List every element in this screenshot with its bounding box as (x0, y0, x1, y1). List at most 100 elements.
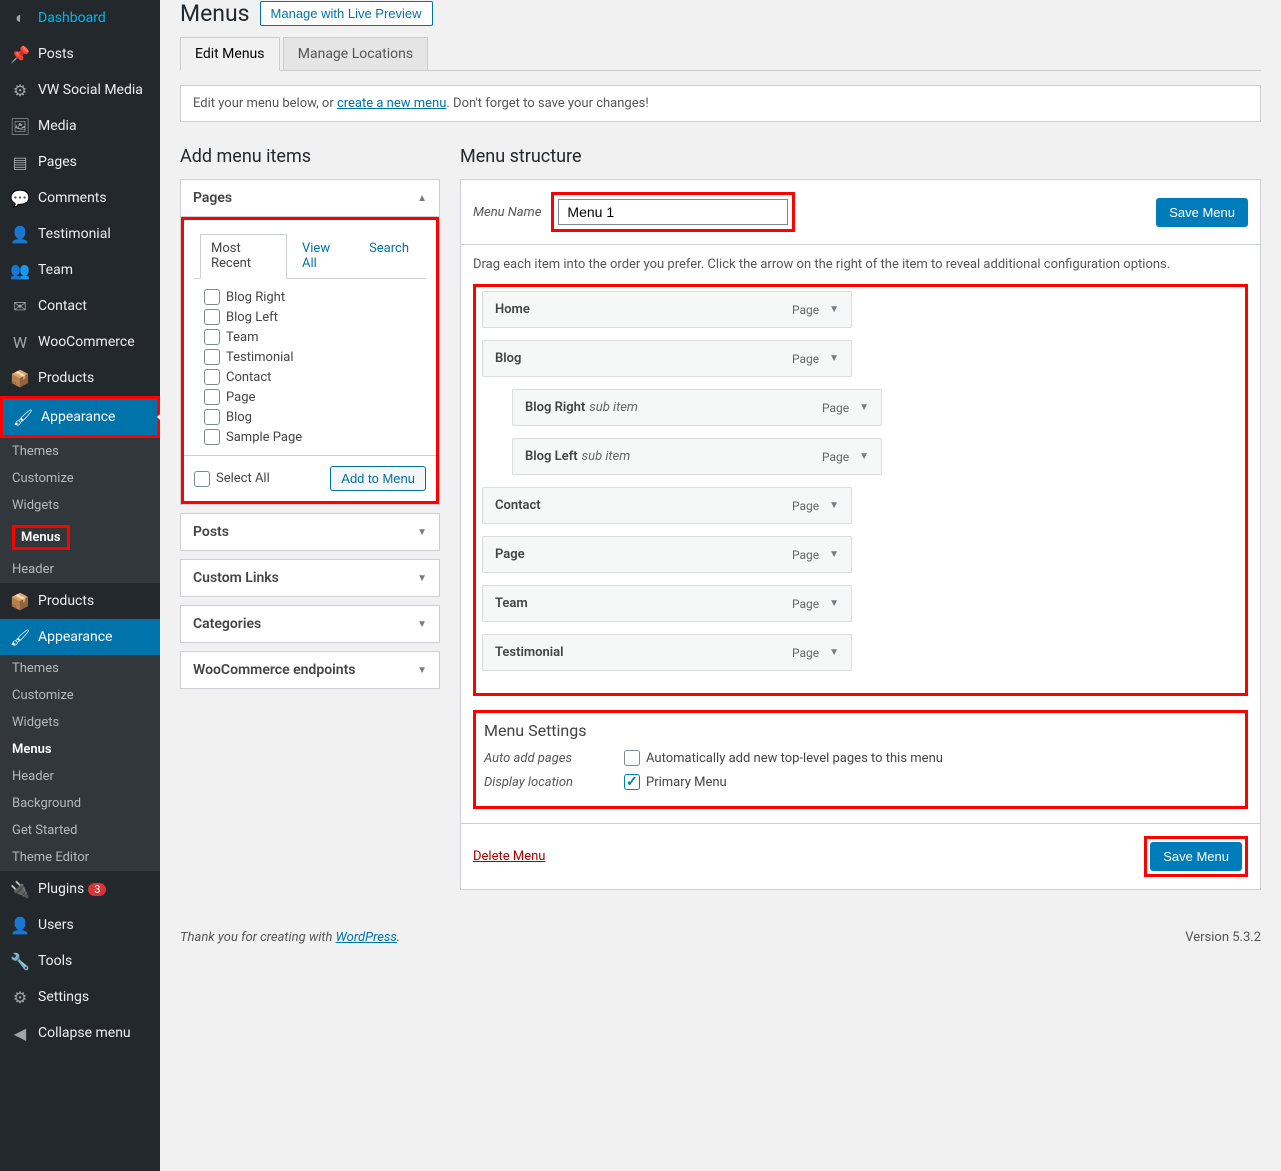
menu-icon: ▤ (10, 152, 30, 172)
tab-edit-menus[interactable]: Edit Menus (180, 37, 280, 71)
menu-icon: 👥 (10, 260, 30, 280)
sidebar-sub-themes[interactable]: Themes (0, 655, 160, 682)
menu-item[interactable]: Blog Leftsub itemPage ▼ (512, 438, 882, 475)
sidebar-item-comments[interactable]: 💬Comments (0, 180, 160, 216)
sidebar-sub-header[interactable]: Header (0, 556, 160, 583)
menu-settings: Menu Settings Auto add pages Automatical… (473, 710, 1248, 809)
save-menu-button-top[interactable]: Save Menu (1156, 198, 1248, 227)
page-checkbox[interactable] (204, 389, 220, 405)
pages-accordion-toggle[interactable]: Pages ▲ (181, 180, 439, 217)
delete-menu-link[interactable]: Delete Menu (473, 849, 545, 864)
sidebar-sub-widgets[interactable]: Widgets (0, 709, 160, 736)
page-checkbox[interactable] (204, 309, 220, 325)
caret-down-icon[interactable]: ▼ (829, 304, 839, 315)
sidebar-sub-menus[interactable]: Menus (0, 736, 160, 763)
links-accordion-toggle[interactable]: Custom Links▼ (181, 560, 439, 596)
caret-down-icon: ▼ (417, 619, 427, 630)
subtab-recent[interactable]: Most Recent (200, 234, 287, 279)
select-all-checkbox[interactable] (194, 471, 210, 487)
menu-item[interactable]: Blog Rightsub itemPage ▼ (512, 389, 882, 426)
caret-down-icon[interactable]: ▼ (859, 451, 869, 462)
page-checkbox[interactable] (204, 429, 220, 445)
menu-item[interactable]: HomePage ▼ (482, 291, 852, 328)
sidebar-item-vw-social-media[interactable]: ⚙VW Social Media (0, 72, 160, 108)
menu-icon: 📦 (10, 591, 30, 611)
caret-down-icon[interactable]: ▼ (829, 549, 839, 560)
sidebar-item-media[interactable]: 🖼Media (0, 108, 160, 144)
caret-down-icon[interactable]: ▼ (829, 500, 839, 511)
sidebar-item-label: Appearance (38, 629, 112, 645)
sidebar-item-label: Plugins (38, 881, 84, 897)
sidebar-item-plugins[interactable]: 🔌Plugins3 (0, 871, 160, 907)
menu-item-title: Blog Leftsub item (525, 449, 630, 464)
page-option[interactable]: Page (204, 387, 416, 407)
sidebar-item-testimonial[interactable]: 👤Testimonial (0, 216, 160, 252)
menu-icon: 🔧 (10, 951, 30, 971)
primary-menu-checkbox[interactable] (624, 774, 640, 790)
sidebar-item-appearance-2[interactable]: 🖌 Appearance (0, 619, 160, 655)
sidebar-item-dashboard[interactable]: ◐Dashboard (0, 0, 160, 36)
auto-add-checkbox[interactable] (624, 750, 640, 766)
sidebar-item-team[interactable]: 👥Team (0, 252, 160, 288)
menu-icon: ⚙ (10, 80, 30, 100)
create-menu-link[interactable]: create a new menu (337, 96, 446, 111)
sidebar-item-appearance[interactable]: 🖌 Appearance (3, 399, 157, 435)
menu-icon: 🔌 (10, 879, 30, 899)
page-checkbox[interactable] (204, 409, 220, 425)
sidebar-item-products[interactable]: 📦Products (0, 360, 160, 396)
caret-down-icon[interactable]: ▼ (829, 353, 839, 364)
menu-name-input[interactable] (558, 199, 788, 225)
menu-item[interactable]: TeamPage ▼ (482, 585, 852, 622)
page-checkbox[interactable] (204, 369, 220, 385)
sidebar-item-tools[interactable]: 🔧Tools (0, 943, 160, 979)
subtab-all[interactable]: View All (291, 234, 354, 278)
sidebar-sub-header[interactable]: Header (0, 763, 160, 790)
sidebar-item-label: Pages (38, 154, 77, 170)
menu-item[interactable]: ContactPage ▼ (482, 487, 852, 524)
sidebar-item-woocommerce[interactable]: WWooCommerce (0, 324, 160, 360)
page-option[interactable]: Blog Right (204, 287, 416, 307)
live-preview-button[interactable]: Manage with Live Preview (260, 1, 433, 26)
page-checkbox[interactable] (204, 349, 220, 365)
sidebar-item-settings[interactable]: ⚙Settings (0, 979, 160, 1015)
sidebar-sub-get-started[interactable]: Get Started (0, 817, 160, 844)
menu-item[interactable]: BlogPage ▼ (482, 340, 852, 377)
page-option[interactable]: Contact (204, 367, 416, 387)
add-to-menu-button[interactable]: Add to Menu (330, 466, 426, 491)
page-checkbox[interactable] (204, 289, 220, 305)
page-option[interactable]: Testimonial (204, 347, 416, 367)
sidebar-sub-theme-editor[interactable]: Theme Editor (0, 844, 160, 871)
tab-manage-locations[interactable]: Manage Locations (283, 37, 428, 71)
page-option[interactable]: Sample Page (204, 427, 416, 447)
save-menu-button-bottom[interactable]: Save Menu (1150, 842, 1242, 871)
posts-accordion-toggle[interactable]: Posts▼ (181, 514, 439, 550)
page-option[interactable]: Blog Left (204, 307, 416, 327)
menu-item[interactable]: PagePage ▼ (482, 536, 852, 573)
sidebar-sub-customize[interactable]: Customize (0, 682, 160, 709)
sidebar-sub-widgets[interactable]: Widgets (0, 492, 160, 519)
menu-item[interactable]: TestimonialPage ▼ (482, 634, 852, 671)
sidebar-item-label: Posts (38, 46, 74, 62)
menu-item-title: Testimonial (495, 645, 563, 660)
sidebar-item-users[interactable]: 👤Users (0, 907, 160, 943)
categories-accordion-toggle[interactable]: Categories▼ (181, 606, 439, 642)
page-checkbox[interactable] (204, 329, 220, 345)
sidebar-item-collapse-menu[interactable]: ◀Collapse menu (0, 1015, 160, 1051)
sidebar-sub-customize[interactable]: Customize (0, 465, 160, 492)
sidebar-item-contact[interactable]: ✉Contact (0, 288, 160, 324)
wordpress-link[interactable]: WordPress (336, 930, 397, 945)
page-option[interactable]: Team (204, 327, 416, 347)
sidebar-sub-themes[interactable]: Themes (0, 438, 160, 465)
caret-down-icon[interactable]: ▼ (829, 647, 839, 658)
caret-down-icon[interactable]: ▼ (859, 402, 869, 413)
sidebar-item-products-2[interactable]: 📦Products (0, 583, 160, 619)
sidebar-sub-background[interactable]: Background (0, 790, 160, 817)
caret-down-icon[interactable]: ▼ (829, 598, 839, 609)
page-option[interactable]: Blog (204, 407, 416, 427)
sidebar-sub-menus[interactable]: Menus (0, 519, 160, 556)
sidebar-item-posts[interactable]: 📌Posts (0, 36, 160, 72)
select-all-label[interactable]: Select All (194, 471, 270, 487)
woo-accordion-toggle[interactable]: WooCommerce endpoints▼ (181, 652, 439, 688)
sidebar-item-pages[interactable]: ▤ Pages (0, 144, 160, 180)
subtab-search[interactable]: Search (358, 234, 420, 278)
